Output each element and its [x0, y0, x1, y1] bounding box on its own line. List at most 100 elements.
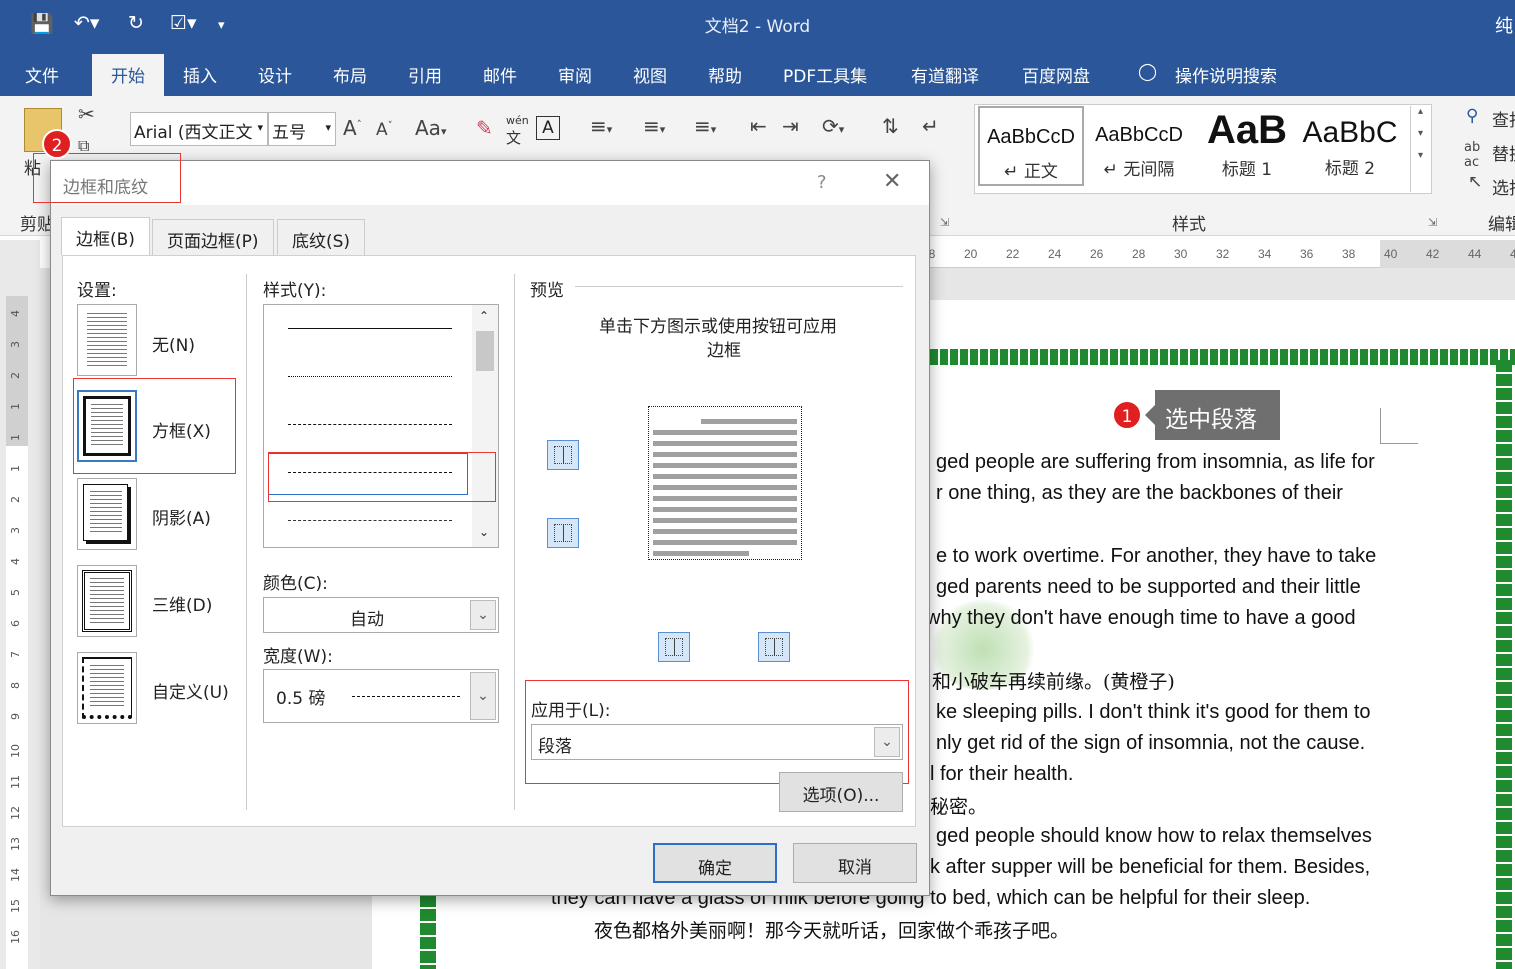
tell-me-search[interactable]: 操作说明搜索 [1175, 62, 1277, 87]
style-heading-2[interactable]: AaBbC 标题 2 [1302, 106, 1398, 186]
tab-page-border[interactable]: 页面边框(P) [152, 219, 274, 255]
change-case-icon[interactable]: Aa▾ [415, 116, 446, 140]
tab-references[interactable]: 引用 [408, 62, 442, 87]
tab-file[interactable]: 文件 [25, 62, 59, 87]
setting-shadow-label[interactable]: 阴影(A) [152, 504, 211, 529]
line-style-dash-dot[interactable] [288, 520, 452, 521]
multilevel-list-icon[interactable]: ≡▾ [694, 114, 716, 138]
tab-shading[interactable]: 底纹(S) [277, 219, 366, 255]
setting-3d-label[interactable]: 三维(D) [152, 591, 212, 616]
font-size-box[interactable]: 五号 ▾ [268, 112, 336, 146]
horizontal-ruler[interactable]: 182022242628303234363840424446 [922, 240, 1515, 268]
sort-icon[interactable]: ⇅ [882, 114, 899, 138]
color-select[interactable]: 自动 ⌄ [263, 597, 499, 633]
styles-scroll[interactable]: ▴ ▾ ▾ [1410, 106, 1430, 192]
preview-rule [575, 286, 903, 287]
style-list-scrollbar[interactable]: ⌃ ⌄ [472, 305, 498, 547]
document-line: k after supper will be beneficial for th… [930, 856, 1371, 878]
dialog-title-bar[interactable]: 边框和底纹 ? ✕ [51, 161, 929, 205]
scroll-down-icon[interactable]: ⌄ [479, 525, 489, 539]
step-badge-2: 2 [42, 129, 72, 159]
chinese-layout-icon[interactable]: ⟳▾ [822, 114, 844, 138]
cancel-button[interactable]: 取消 [793, 843, 917, 883]
scroll-up-icon[interactable]: ⌃ [479, 309, 489, 323]
tab-youdao[interactable]: 有道翻译 [911, 62, 979, 87]
font-name-box[interactable]: Arial (西文正文 ▾ [130, 112, 268, 146]
top-border-button[interactable] [547, 440, 579, 470]
account-name[interactable]: 纯 [1495, 12, 1513, 38]
grow-font-icon[interactable]: A˄ [343, 116, 362, 140]
preview-line [653, 452, 797, 457]
highlight-box-apply [525, 680, 909, 784]
tab-home[interactable]: 开始 [92, 54, 164, 96]
vertical-ruler[interactable]: 4 3 2 1 1 1 2 3 4 5 6 7 8 9 10 11 12 13 14 15 16 [0, 240, 40, 969]
tab-layout[interactable]: 布局 [333, 62, 367, 87]
clear-formatting-icon[interactable]: ✎ [476, 116, 493, 140]
paragraph-dialog-launcher-icon[interactable]: ⇲ [940, 216, 949, 229]
ruler-tick: 16 [9, 930, 22, 944]
setting-none-label[interactable]: 无(N) [152, 331, 195, 356]
setting-shadow-icon[interactable] [77, 478, 137, 550]
chevron-down-icon[interactable]: ⌄ [470, 600, 496, 630]
phonetic-guide-icon[interactable]: wén 文 [506, 114, 529, 148]
line-style-dashed-small[interactable] [288, 424, 452, 425]
tab-mailings[interactable]: 邮件 [483, 62, 517, 87]
help-button[interactable]: ? [817, 172, 827, 193]
tab-baidu[interactable]: 百度网盘 [1022, 62, 1090, 87]
ruler-tick: 26 [1090, 247, 1104, 261]
setting-custom-icon[interactable] [77, 652, 137, 724]
line-style-dotted[interactable] [288, 376, 452, 377]
options-button[interactable]: 选项(O)... [779, 772, 903, 812]
preview-line [653, 463, 797, 468]
replace-icon[interactable]: ab ac [1464, 140, 1480, 170]
preview-diagram[interactable] [648, 406, 802, 560]
tab-pdf-tools[interactable]: PDF工具集 [783, 62, 867, 87]
ruler-tick: 4 [9, 310, 22, 317]
style-no-spacing[interactable]: AaBbCcD ↵ 无间隔 [1086, 106, 1192, 186]
ruler-tick: 14 [9, 868, 22, 882]
bullets-icon[interactable]: ≡▾ [590, 114, 612, 138]
cut-icon[interactable]: ✂ [78, 102, 95, 126]
style-normal[interactable]: AaBbCcD ↵ 正文 [978, 106, 1084, 186]
page-art-border-left [420, 895, 436, 969]
ok-button[interactable]: 确定 [653, 843, 777, 883]
left-border-button[interactable] [658, 632, 690, 662]
decrease-indent-icon[interactable]: ⇤ [750, 114, 767, 138]
tab-design[interactable]: 设计 [258, 62, 292, 87]
character-border-icon[interactable]: A [536, 116, 560, 140]
line-style-list[interactable]: ⌃ ⌄ [263, 304, 499, 548]
tab-help[interactable]: 帮助 [708, 62, 742, 87]
select-cursor-icon[interactable]: ↖ [1468, 172, 1482, 192]
scroll-thumb[interactable] [476, 331, 494, 371]
ruler-tick: 15 [9, 899, 22, 913]
show-marks-icon[interactable]: ↵ [922, 114, 939, 138]
setting-3d-icon[interactable] [77, 565, 137, 637]
ruler-tick: 2 [9, 496, 22, 503]
step-badge-1: 1 [1112, 400, 1142, 430]
ruler-tick: 12 [9, 806, 22, 820]
bottom-border-button[interactable] [547, 518, 579, 548]
right-border-button[interactable] [758, 632, 790, 662]
numbering-icon[interactable]: ≡▾ [643, 114, 665, 138]
styles-dialog-launcher-icon[interactable]: ⇲ [1428, 216, 1437, 229]
tab-view[interactable]: 视图 [633, 62, 667, 87]
line-style-solid[interactable] [288, 328, 452, 329]
find-label[interactable]: 查找 [1492, 106, 1515, 131]
ruler-tick: 28 [1132, 247, 1146, 261]
shrink-font-icon[interactable]: A˅ [376, 120, 393, 140]
setting-custom-label[interactable]: 自定义(U) [152, 678, 229, 703]
replace-label[interactable]: 替换 [1492, 140, 1515, 165]
select-label[interactable]: 选择 [1492, 174, 1515, 199]
find-icon[interactable]: ⚲ [1466, 106, 1478, 126]
width-select[interactable]: 0.5 磅 ⌄ [263, 669, 499, 723]
ribbon-tab-bar: 文件 插入 设计 布局 引用 邮件 审阅 视图 帮助 PDF工具集 有道翻译 百… [0, 50, 1515, 96]
increase-indent-icon[interactable]: ⇥ [782, 114, 799, 138]
close-icon[interactable]: ✕ [883, 169, 901, 194]
tab-borders[interactable]: 边框(B) [61, 217, 150, 255]
setting-none-icon[interactable] [77, 304, 137, 376]
tab-review[interactable]: 审阅 [558, 62, 592, 87]
tab-insert[interactable]: 插入 [183, 62, 217, 87]
highlight-box-title [33, 153, 181, 203]
chevron-down-icon[interactable]: ⌄ [470, 672, 496, 720]
style-heading-1[interactable]: AaB 标题 1 [1194, 106, 1300, 186]
